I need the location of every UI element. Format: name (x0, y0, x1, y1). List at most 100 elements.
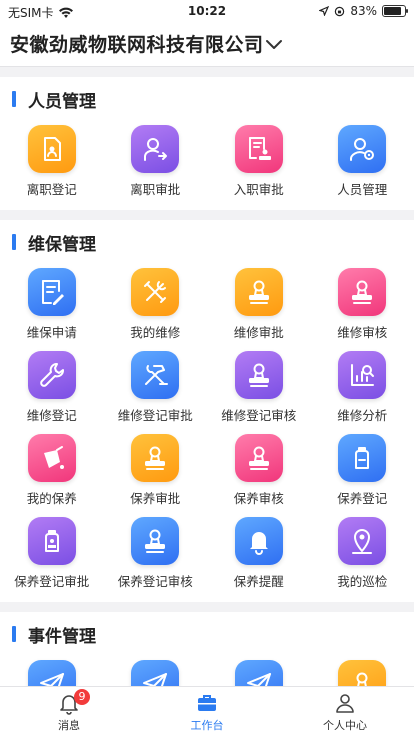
app-label: 我的巡检 (337, 574, 388, 589)
app-tile[interactable]: 我的维修 (104, 264, 208, 347)
app-tile[interactable]: 维修分析 (311, 347, 414, 430)
tab-profile[interactable]: 个人中心 (276, 687, 414, 736)
app-tile[interactable]: 人员管理 (311, 121, 414, 204)
stamp-icon (131, 434, 180, 482)
app-label: 保养登记 (337, 491, 388, 506)
document-user-icon (27, 125, 76, 173)
app-grid (0, 656, 414, 687)
battery-fill (384, 7, 401, 15)
app-label: 维修分析 (337, 408, 388, 423)
app-label: 离职审批 (130, 182, 181, 197)
tab-bar: 9 消息 工作台 个人中心 (0, 686, 414, 736)
chart-analysis-icon (338, 351, 387, 399)
app-label: 维保申请 (26, 325, 77, 340)
app-tile[interactable]: 保养提醒 (207, 513, 311, 596)
app-tile[interactable]: 维保申请 (0, 264, 104, 347)
tab-messages[interactable]: 9 消息 (0, 687, 138, 736)
section-header: 维保管理 (0, 220, 414, 264)
app-label: 维修登记审批 (117, 408, 193, 423)
app-tile[interactable]: 维修登记 (0, 347, 104, 430)
tab-label: 工作台 (190, 718, 224, 732)
person-icon (336, 693, 354, 713)
section: 人员管理 离职登记 离职审批 入职审批 人员管理 (0, 77, 414, 210)
app-tile[interactable] (104, 656, 208, 687)
user-settings-icon (338, 125, 387, 173)
app-tile[interactable] (0, 656, 104, 687)
app-tile[interactable]: 保养审核 (207, 430, 311, 513)
oil-can-icon (27, 434, 76, 482)
app-label: 保养提醒 (233, 574, 284, 589)
header: 安徽劲威物联网科技有限公司 (0, 22, 414, 67)
app-tile[interactable]: 保养审批 (104, 430, 208, 513)
app-label: 保养审核 (233, 491, 284, 506)
app-label: 人员管理 (337, 182, 388, 197)
app-tile[interactable]: 我的保养 (0, 430, 104, 513)
tools-icon (131, 268, 180, 316)
chevron-down-icon[interactable] (264, 34, 284, 54)
wrench-icon (27, 351, 76, 399)
app-tile[interactable]: 我的巡检 (311, 513, 414, 596)
section-title: 人员管理 (28, 91, 96, 112)
battery-percent: 83% (350, 4, 377, 18)
location-arrow-icon (319, 6, 330, 16)
bottle-icon (338, 434, 387, 482)
app-tile[interactable]: 入职审批 (207, 121, 311, 204)
app-label: 维修登记 (26, 408, 77, 423)
app-tile[interactable]: 保养登记审批 (0, 513, 104, 596)
section-accent-bar (12, 234, 16, 250)
app-tile[interactable]: 离职登记 (0, 121, 104, 204)
app-grid: 维保申请 我的维修 维修审批 维修审核维修登记 维修登记审批 维修登记审核 维修分析我的保养… (0, 264, 414, 596)
app-label: 入职审批 (233, 182, 284, 197)
workbench-content: 人员管理 离职登记 离职审批 入职审批 人员管理 维保管理 维保申请 我的维修 维修审批 维修审核… (0, 67, 414, 687)
stamp-icon (234, 268, 283, 316)
tab-label: 个人中心 (323, 718, 367, 732)
app-tile[interactable]: 维修登记审核 (207, 347, 311, 430)
section-title: 维保管理 (28, 234, 96, 255)
briefcase-icon (198, 694, 216, 711)
hammer-wrench-icon (131, 351, 180, 399)
app-tile[interactable]: 保养登记 (311, 430, 414, 513)
app-label: 保养审批 (130, 491, 181, 506)
bottle-stamp-icon (27, 517, 76, 565)
section-header: 人员管理 (0, 77, 414, 121)
company-name[interactable]: 安徽劲威物联网科技有限公司 (10, 30, 264, 57)
section-header: 事件管理 (0, 612, 414, 656)
unread-badge: 9 (74, 689, 90, 705)
app-tile[interactable]: 维修审批 (207, 264, 311, 347)
tab-workbench[interactable]: 工作台 (138, 687, 276, 736)
app-tile[interactable]: 维修审核 (311, 264, 414, 347)
send-icon (131, 660, 180, 687)
edit-document-icon (27, 268, 76, 316)
send-icon (234, 660, 283, 687)
tab-label: 消息 (58, 718, 80, 732)
app-grid: 离职登记 离职审批 入职审批 人员管理 (0, 121, 414, 204)
document-stamp-icon (234, 125, 283, 173)
section-accent-bar (12, 626, 16, 642)
section-title: 事件管理 (28, 626, 96, 647)
section: 事件管理 (0, 612, 414, 687)
battery-icon (382, 5, 408, 17)
stamp-icon (234, 351, 283, 399)
app-tile[interactable] (311, 656, 414, 687)
app-label: 维修审批 (233, 325, 284, 340)
stamp-icon (234, 434, 283, 482)
stamp-icon (131, 517, 180, 565)
app-tile[interactable]: 保养登记审核 (104, 513, 208, 596)
app-label: 我的维修 (130, 325, 181, 340)
status-bar: 无SIM卡 10:22 83% (0, 0, 414, 22)
app-tile[interactable]: 维修登记审批 (104, 347, 208, 430)
app-label: 保养登记审核 (117, 574, 193, 589)
stamp-icon (338, 268, 387, 316)
bell-icon (234, 517, 283, 565)
app-tile[interactable]: 离职审批 (104, 121, 208, 204)
app-label: 保养登记审批 (14, 574, 90, 589)
location-pin-icon (338, 517, 387, 565)
app-tile[interactable] (207, 656, 311, 687)
app-label: 离职登记 (26, 182, 77, 197)
app-label: 维修审核 (337, 325, 388, 340)
app-label: 我的保养 (26, 491, 77, 506)
app-label: 维修登记审核 (221, 408, 297, 423)
section: 维保管理维保申请 我的维修 维修审批 维修审核维修登记 维修登记审批 维修登记审核 维修分析… (0, 220, 414, 602)
send-icon (27, 660, 76, 687)
section-accent-bar (12, 91, 16, 107)
